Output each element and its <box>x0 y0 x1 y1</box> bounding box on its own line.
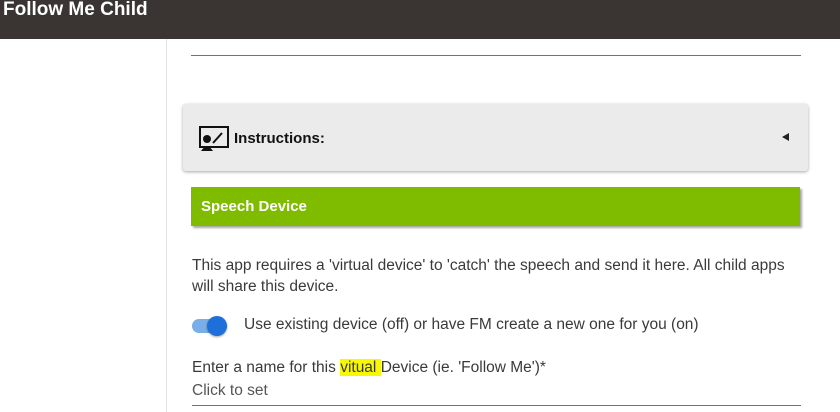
toggle-label: Use existing device (off) or have FM cre… <box>244 316 699 333</box>
highlighted-word: vitual <box>340 359 381 376</box>
app-title: Follow Me Child <box>3 0 148 20</box>
triangle-left-icon[interactable] <box>782 133 789 141</box>
instructions-panel[interactable]: Instructions: <box>183 104 808 171</box>
sidebar <box>0 39 167 412</box>
device-name-label: Enter a name for this vitual Device (ie.… <box>192 358 546 378</box>
label-text-before: Enter a name for this <box>192 359 341 376</box>
presentation-board-icon <box>199 126 229 151</box>
toggle-thumb[interactable] <box>207 316 227 336</box>
instructions-label: Instructions: <box>234 130 325 147</box>
top-bar: Follow Me Child <box>0 0 840 39</box>
section-title: Speech Device <box>201 198 307 215</box>
label-text-after: Device (ie. 'Follow Me')* <box>380 359 546 376</box>
device-name-input[interactable]: Click to set <box>192 380 801 406</box>
speech-device-section-header: Speech Device <box>191 187 800 226</box>
section-divider <box>191 55 801 56</box>
description-text: This app requires a 'virtual device' to … <box>192 257 785 295</box>
